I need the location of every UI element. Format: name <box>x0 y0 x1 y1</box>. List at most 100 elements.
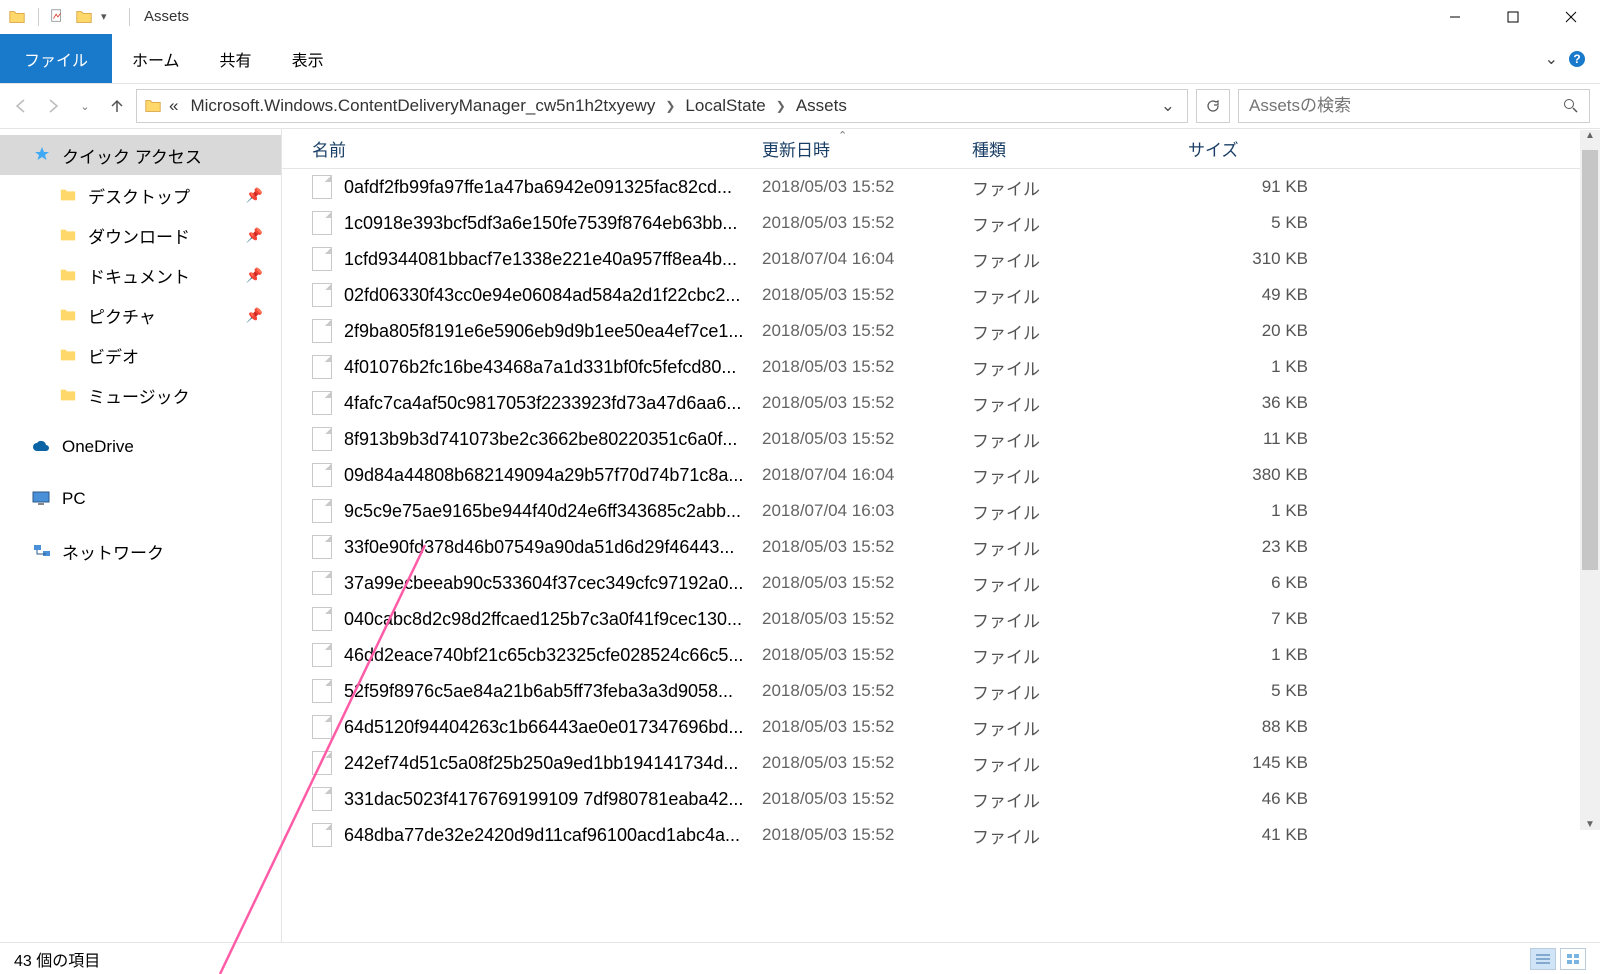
file-row[interactable]: 648dba77de32e2420d9d11caf96100acd1abc4a.… <box>282 817 1600 853</box>
file-name: 1cfd9344081bbacf7e1338e221e40a957ff8ea4b… <box>344 249 762 270</box>
status-bar: 43 個の項目 <box>0 942 1600 974</box>
scrollbar-thumb[interactable] <box>1582 150 1598 570</box>
file-row[interactable]: 02fd06330f43cc0e94e06084ad584a2d1f22cbc2… <box>282 277 1600 313</box>
qat-dropdown-icon[interactable] <box>75 8 93 26</box>
close-button[interactable] <box>1542 0 1600 34</box>
nav-pc[interactable]: PC <box>0 479 281 519</box>
file-area: ⌃ 名前 更新日時 種類 サイズ 0afdf2fb99fa97ffe1a47ba… <box>282 129 1600 942</box>
file-row[interactable]: 0afdf2fb99fa97ffe1a47ba6942e091325fac82c… <box>282 169 1600 205</box>
address-dropdown-icon[interactable]: ⌄ <box>1155 96 1181 116</box>
thumbnails-view-button[interactable] <box>1560 948 1586 970</box>
maximize-button[interactable] <box>1484 0 1542 34</box>
file-row[interactable]: 46dd2eace740bf21c65cb32325cfe028524c66c5… <box>282 637 1600 673</box>
folder-icon <box>58 385 78 405</box>
file-row[interactable]: 9c5c9e75ae9165be944f40d24e6ff343685c2abb… <box>282 493 1600 529</box>
ribbon-expand-icon[interactable]: ⌄ <box>1545 49 1558 69</box>
file-date: 2018/05/03 15:52 <box>762 753 972 773</box>
quick-access[interactable]: クイック アクセス <box>0 135 281 175</box>
file-row[interactable]: 040cabc8d2c98d2ffcaed125b7c3a0f41f9cec13… <box>282 601 1600 637</box>
file-icon <box>312 211 332 235</box>
file-row[interactable]: 1c0918e393bcf5df3a6e150fe7539f8764eb63bb… <box>282 205 1600 241</box>
file-date: 2018/07/04 16:04 <box>762 465 972 485</box>
file-icon <box>312 499 332 523</box>
recent-dropdown[interactable]: ⌄ <box>74 95 96 117</box>
tab-home[interactable]: ホーム <box>112 34 200 83</box>
file-name: 37a99ecbeeab90c533604f37cec349cfc97192a0… <box>344 573 762 594</box>
file-row[interactable]: 52f59f8976c5ae84a21b6ab5ff73feba3a3d9058… <box>282 673 1600 709</box>
nav-desktop[interactable]: デスクトップ📌 <box>0 175 281 215</box>
file-name: 242ef74d51c5a08f25b250a9ed1bb194141734d.… <box>344 753 762 774</box>
file-name: 8f913b9b3d741073be2c3662be80220351c6a0f.… <box>344 429 762 450</box>
refresh-button[interactable] <box>1196 89 1230 123</box>
nav-videos[interactable]: ビデオ <box>0 335 281 375</box>
file-type: ファイル <box>972 643 1186 668</box>
item-count: 43 個の項目 <box>14 947 100 971</box>
nav-downloads[interactable]: ダウンロード📌 <box>0 215 281 255</box>
file-row[interactable]: 8f913b9b3d741073be2c3662be80220351c6a0f.… <box>282 421 1600 457</box>
file-icon <box>312 535 332 559</box>
nav-network[interactable]: ネットワーク <box>0 531 281 571</box>
file-type: ファイル <box>972 283 1186 308</box>
file-row[interactable]: 4fafc7ca4af50c9817053f2233923fd73a47d6aa… <box>282 385 1600 421</box>
forward-button[interactable] <box>42 95 64 117</box>
file-date: 2018/05/03 15:52 <box>762 573 972 593</box>
navigation-pane: クイック アクセス デスクトップ📌 ダウンロード📌 ドキュメント📌 ピクチャ📌 … <box>0 129 282 942</box>
back-button[interactable] <box>10 95 32 117</box>
file-row[interactable]: 64d5120f94404263c1b66443ae0e017347696bd.… <box>282 709 1600 745</box>
tab-file[interactable]: ファイル <box>0 34 112 83</box>
nav-documents[interactable]: ドキュメント📌 <box>0 255 281 295</box>
file-icon <box>312 319 332 343</box>
qat-customize-icon[interactable]: ▾ <box>101 8 119 26</box>
folder-icon <box>58 185 78 205</box>
file-row[interactable]: 331dac5023f4176769199109 7df980781eaba42… <box>282 781 1600 817</box>
file-row[interactable]: 33f0e90fd378d46b07549a90da51d6d29f46443.… <box>282 529 1600 565</box>
file-row[interactable]: 37a99ecbeeab90c533604f37cec349cfc97192a0… <box>282 565 1600 601</box>
file-type: ファイル <box>972 571 1186 596</box>
file-name: 46dd2eace740bf21c65cb32325cfe028524c66c5… <box>344 645 762 666</box>
breadcrumb-part[interactable]: LocalState <box>679 96 771 116</box>
file-date: 2018/05/03 15:52 <box>762 681 972 701</box>
file-size: 5 KB <box>1186 681 1318 701</box>
tab-view[interactable]: 表示 <box>272 34 344 83</box>
file-type: ファイル <box>972 319 1186 344</box>
file-row[interactable]: 2f9ba805f8191e6e5906eb9d9b1ee50ea4ef7ce1… <box>282 313 1600 349</box>
file-row[interactable]: 4f01076b2fc16be43468a7a1d331bf0fc5fefcd8… <box>282 349 1600 385</box>
col-name[interactable]: 名前 <box>312 136 762 161</box>
nav-label: PC <box>62 489 86 509</box>
ribbon: ファイル ホーム 共有 表示 ⌄ ? <box>0 34 1600 84</box>
qat-properties-icon[interactable] <box>49 8 67 26</box>
nav-music[interactable]: ミュージック <box>0 375 281 415</box>
file-row[interactable]: 09d84a44808b682149094a29b57f70d74b71c8a.… <box>282 457 1600 493</box>
file-date: 2018/05/03 15:52 <box>762 213 972 233</box>
scrollbar[interactable]: ▲ ▼ <box>1580 130 1600 830</box>
nav-pictures[interactable]: ピクチャ📌 <box>0 295 281 335</box>
folder-icon <box>58 225 78 245</box>
file-size: 49 KB <box>1186 285 1318 305</box>
folder-icon <box>58 265 78 285</box>
file-type: ファイル <box>972 247 1186 272</box>
col-type[interactable]: 種類 <box>972 136 1186 161</box>
nav-onedrive[interactable]: OneDrive <box>0 427 281 467</box>
tab-share[interactable]: 共有 <box>200 34 272 83</box>
file-size: 11 KB <box>1186 429 1318 449</box>
search-input[interactable] <box>1249 96 1563 116</box>
file-size: 380 KB <box>1186 465 1318 485</box>
up-button[interactable] <box>106 95 128 117</box>
search-box[interactable] <box>1238 89 1590 123</box>
col-date[interactable]: 更新日時 <box>762 136 972 161</box>
breadcrumb-part[interactable]: Microsoft.Windows.ContentDeliveryManager… <box>184 96 661 116</box>
help-icon[interactable]: ? <box>1568 50 1586 68</box>
search-icon[interactable] <box>1563 98 1579 114</box>
breadcrumb-part[interactable]: Assets <box>790 96 853 116</box>
details-view-button[interactable] <box>1530 948 1556 970</box>
file-date: 2018/05/03 15:52 <box>762 789 972 809</box>
file-size: 1 KB <box>1186 501 1318 521</box>
file-row[interactable]: 242ef74d51c5a08f25b250a9ed1bb194141734d.… <box>282 745 1600 781</box>
minimize-button[interactable] <box>1426 0 1484 34</box>
file-icon <box>312 643 332 667</box>
address-bar[interactable]: « Microsoft.Windows.ContentDeliveryManag… <box>136 89 1188 123</box>
chevron-right-icon[interactable]: ❯ <box>772 99 790 113</box>
col-size[interactable]: サイズ <box>1186 136 1600 161</box>
chevron-right-icon[interactable]: ❯ <box>661 99 679 113</box>
file-row[interactable]: 1cfd9344081bbacf7e1338e221e40a957ff8ea4b… <box>282 241 1600 277</box>
